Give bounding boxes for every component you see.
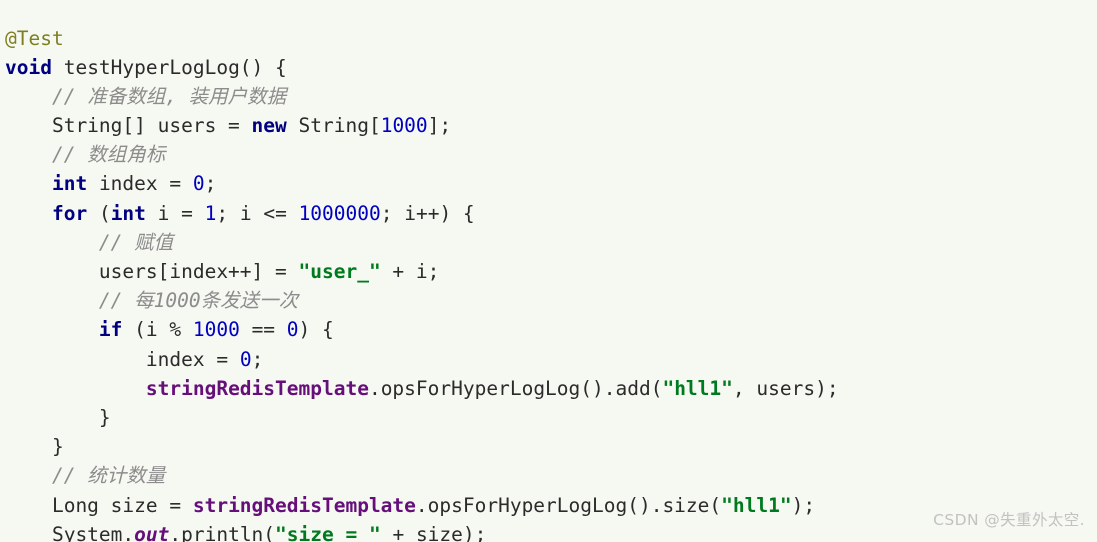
code-token-plain: .opsForHyperLogLog().add(	[368, 376, 663, 400]
code-token-plain: index =	[5, 347, 240, 371]
code-token-plain: index =	[87, 172, 193, 196]
code-token-keyword: int	[51, 172, 88, 196]
code-token-plain: );	[791, 493, 816, 517]
code-token-plain: ];	[427, 114, 452, 138]
code-token-plain: i =	[145, 201, 205, 225]
code-token-number: 1000	[380, 114, 428, 138]
code-line: if (i % 1000 == 0) {	[5, 315, 1097, 344]
code-token-number: 0	[192, 172, 205, 196]
code-token-plain: + i;	[380, 260, 440, 283]
code-token-string: "hll1"	[721, 493, 792, 517]
code-block[interactable]: @Test void testHyperLogLog() { // 准备数组, 装…	[5, 24, 1097, 542]
code-line: String[] users = new String[1000];	[5, 111, 1097, 140]
code-token-plain: }	[5, 435, 64, 459]
code-token-plain: String[] users =	[5, 114, 252, 138]
code-token-plain: + size);	[380, 522, 487, 542]
code-token-comment: // 赋值	[98, 230, 174, 254]
code-token-comment: // 数组角标	[51, 143, 166, 167]
code-token-comment: // 每1000条发送一次	[98, 289, 299, 313]
code-token-number: 1000	[192, 318, 240, 342]
code-line: void testHyperLogLog() {	[5, 53, 1097, 82]
code-token-plain: ; i++) {	[380, 201, 475, 225]
code-token-plain: Long size =	[5, 493, 193, 517]
code-token-string: "size = "	[275, 522, 381, 542]
code-screenshot-canvas: @Test void testHyperLogLog() { // 准备数组, 装…	[0, 0, 1097, 542]
code-line: @Test	[5, 24, 1097, 53]
code-token-plain: ;	[204, 172, 217, 196]
code-token-number: 1	[204, 201, 217, 225]
code-line: // 统计数量	[5, 461, 1097, 490]
code-token-keyword: new	[251, 114, 287, 138]
code-token-comment: // 统计数量	[51, 464, 166, 488]
code-token-plain: ; i <=	[216, 201, 299, 225]
code-line: index = 0;	[5, 345, 1097, 374]
code-token-plain: .println(	[169, 522, 276, 542]
csdn-watermark: CSDN @失重外太空.	[933, 510, 1085, 529]
code-line: for (int i = 1; i <= 1000000; i++) {	[5, 199, 1097, 228]
code-token-number: 1000000	[298, 201, 381, 225]
code-token-keyword: for	[51, 201, 88, 225]
code-token-number: 0	[239, 347, 252, 371]
code-token-plain: users[index++] =	[5, 260, 299, 283]
code-token-string: "hll1"	[662, 376, 733, 400]
code-token-plain: (	[87, 201, 111, 225]
code-line: // 准备数组, 装用户数据	[5, 82, 1097, 111]
code-token-plain: , users);	[732, 376, 839, 400]
code-token-plain: .opsForHyperLogLog().size(	[415, 493, 722, 517]
code-token-comment: // 准备数组, 装用户数据	[51, 84, 287, 108]
code-token-keyword: int	[110, 201, 146, 225]
code-token-number: 0	[286, 318, 299, 342]
code-line: }	[5, 403, 1097, 432]
code-token-plain: ==	[239, 318, 287, 342]
code-token-field: stringRedisTemplate	[192, 493, 416, 517]
code-token-plain: testHyperLogLog() {	[51, 55, 287, 79]
code-token-plain: ;	[251, 347, 264, 371]
code-token-field: stringRedisTemplate	[145, 376, 369, 400]
code-line: users[index++] = "user_" + i;	[5, 257, 1097, 286]
code-line: stringRedisTemplate.opsForHyperLogLog().…	[5, 374, 1097, 403]
code-token-static: out	[134, 522, 170, 542]
code-line: int index = 0;	[5, 169, 1097, 198]
code-token-plain: System.	[5, 522, 135, 542]
code-token-keyword: void	[5, 55, 52, 79]
code-token-plain: }	[5, 405, 111, 429]
code-line: // 每1000条发送一次	[5, 286, 1097, 315]
code-line: // 赋值	[5, 228, 1097, 257]
code-token-string: "user_"	[298, 260, 381, 283]
code-line: // 数组角标	[5, 140, 1097, 169]
code-token-plain: String[	[286, 114, 381, 138]
code-token-annotation: @Test	[5, 26, 64, 50]
code-token-plain: (i %	[122, 318, 193, 342]
code-token-plain: ) {	[298, 318, 334, 342]
code-line: }	[5, 432, 1097, 461]
code-token-keyword: if	[98, 318, 123, 342]
